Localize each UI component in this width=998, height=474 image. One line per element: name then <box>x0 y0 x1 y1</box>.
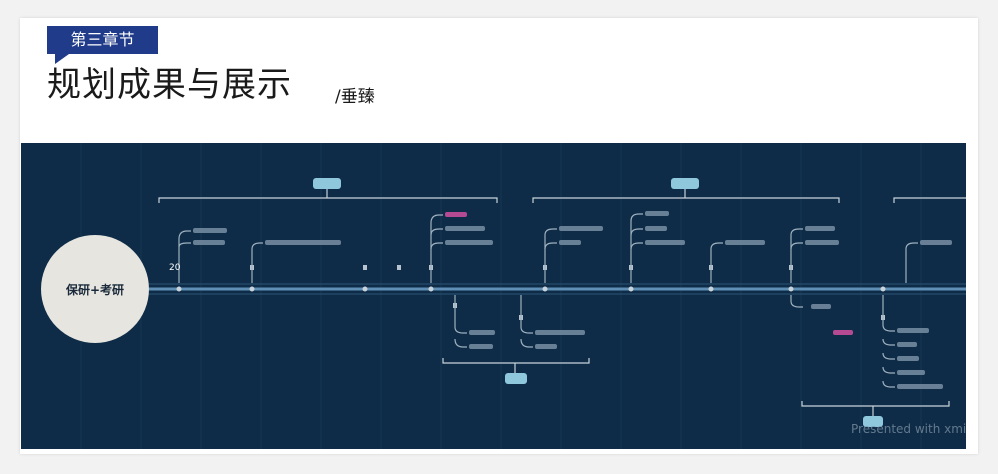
bottom-tag-1 <box>505 373 527 384</box>
xmind-watermark: Presented with xmind <box>851 422 966 436</box>
mindmap-graphics <box>80 143 966 449</box>
top-brackets <box>158 189 966 203</box>
blurred-text-upper <box>193 211 952 245</box>
top-tag-2 <box>671 178 699 189</box>
highlight-pink-1 <box>445 212 467 217</box>
highlight-pink-2 <box>833 330 853 335</box>
page-subtitle: /垂臻 <box>335 87 375 107</box>
page-title: 规划成果与展示 <box>47 65 292 105</box>
mindmap-center-topic[interactable]: 保研+考研 <box>41 235 149 343</box>
blurred-text-lower <box>469 304 943 389</box>
mindmap-canvas[interactable]: 保研+考研 20 Presented with xmind <box>21 143 966 449</box>
timeline-year-label: 20 <box>169 263 181 273</box>
node-dots <box>250 265 885 320</box>
grid-lines <box>80 143 922 449</box>
chapter-badge: 第三章节 <box>47 26 158 54</box>
bottom-brackets <box>442 358 950 416</box>
top-tag-1 <box>313 178 341 189</box>
upper-branches <box>178 213 918 283</box>
